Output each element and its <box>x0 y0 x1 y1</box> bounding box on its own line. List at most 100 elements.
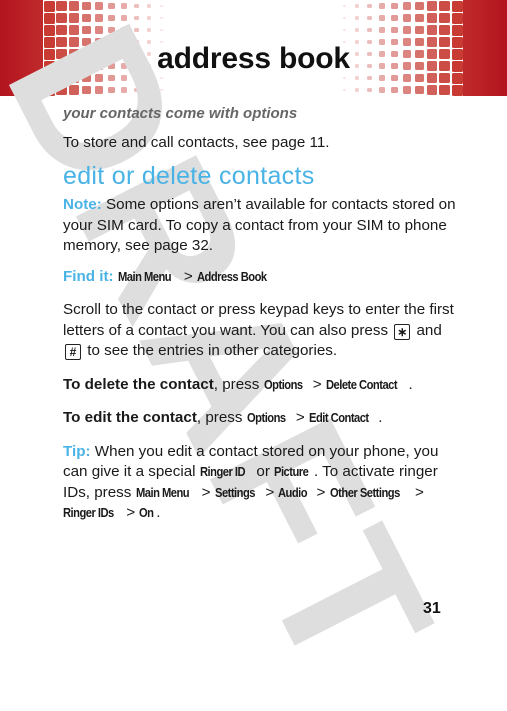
halftone-dot <box>43 24 55 36</box>
edit-end: . <box>378 409 383 426</box>
edit-press: , press <box>196 409 247 426</box>
halftone-dot <box>134 15 139 21</box>
note-label: Note: <box>63 196 102 213</box>
note-paragraph: Note: Some options aren’t available for … <box>63 195 463 257</box>
halftone-dot <box>160 28 163 32</box>
halftone-dot <box>403 2 411 10</box>
halftone-dot <box>56 0 67 12</box>
halftone-dot <box>367 15 372 21</box>
halftone-dot <box>343 4 346 8</box>
halftone-dot <box>56 24 67 36</box>
halftone-dot <box>95 14 103 22</box>
menu-path-item: Main Menu <box>135 484 190 500</box>
halftone-dot <box>355 28 359 32</box>
halftone-dot <box>56 84 67 96</box>
halftone-dot <box>403 26 411 34</box>
halftone-dot <box>427 25 437 35</box>
tip-paragraph: Tip: When you edit a contact stored on y… <box>63 442 463 524</box>
halftone-dot <box>69 25 79 35</box>
halftone-dot <box>367 87 372 93</box>
halftone-dot <box>391 2 398 10</box>
halftone-dot <box>82 85 91 95</box>
halftone-dot <box>147 76 151 80</box>
halftone-dot <box>108 2 115 10</box>
halftone-dot <box>355 76 359 80</box>
delete-press: , press <box>213 375 264 393</box>
halftone-dot <box>451 24 463 36</box>
tip-or: or <box>252 463 275 480</box>
halftone-dot <box>379 3 385 9</box>
delete-instruction: To delete the contact, press Options > D… <box>63 375 463 396</box>
menu-option: Ringer ID <box>199 464 246 479</box>
scroll-paragraph: Scroll to the contact or press keypad ke… <box>63 300 463 362</box>
menu-path-item: Audio <box>278 484 308 500</box>
halftone-dot <box>427 13 437 23</box>
edit-instruction: To edit the contact, press Options > Edi… <box>63 408 463 429</box>
halftone-dot <box>343 28 346 32</box>
chapter-banner: address book <box>0 0 507 96</box>
halftone-dot <box>379 15 385 21</box>
halftone-dot <box>415 25 424 35</box>
menu-path-item: Options <box>263 376 303 392</box>
halftone-dot <box>439 24 450 36</box>
halftone-dot <box>391 86 398 94</box>
halftone-dot <box>391 26 398 34</box>
halftone-dot <box>121 75 127 81</box>
halftone-dot <box>134 87 139 93</box>
halftone-dot <box>427 85 437 95</box>
halftone-dot <box>439 0 450 12</box>
halftone-dot <box>415 13 424 23</box>
scroll-text-after: to see the entries in other categories. <box>83 342 338 359</box>
halftone-dot <box>391 14 398 22</box>
halftone-dot <box>415 1 424 11</box>
halftone-dot <box>69 1 79 11</box>
halftone-dot <box>147 4 151 8</box>
delete-end: . <box>408 375 413 393</box>
halftone-dot <box>43 84 55 96</box>
halftone-dot <box>82 25 91 35</box>
menu-path-item: On <box>139 505 154 520</box>
halftone-dot <box>379 75 385 81</box>
halftone-dot <box>95 26 103 34</box>
halftone-dot <box>108 86 115 94</box>
intro-text: To store and call contacts, see page 11. <box>63 133 330 151</box>
halftone-dot <box>82 13 91 23</box>
halftone-dot <box>379 27 385 33</box>
halftone-dot <box>403 14 411 22</box>
halftone-dot <box>403 86 411 94</box>
halftone-dot <box>121 87 127 93</box>
menu-path-item: Main Menu <box>117 268 172 284</box>
menu-path-item: Delete Contact <box>325 376 398 392</box>
halftone-dot <box>108 26 115 34</box>
scroll-text-middle: and <box>412 321 442 339</box>
halftone-dot <box>160 76 163 80</box>
find-it-paragraph: Find it: Main Menu > Address Book <box>63 267 463 288</box>
delete-lead: To delete the contact <box>63 375 214 393</box>
menu-path-item: Ringer IDs <box>63 505 114 520</box>
halftone-dot <box>43 12 55 24</box>
menu-path-item: Other Settings <box>329 484 400 500</box>
menu-path-item: Edit Contact <box>308 410 369 425</box>
halftone-dot <box>43 0 55 12</box>
path-separator: > <box>179 267 197 285</box>
halftone-dot <box>134 3 139 9</box>
edit-lead: To edit the contact <box>63 409 197 426</box>
menu-path-item: Options <box>246 410 286 425</box>
menu-option: Picture <box>274 464 309 479</box>
halftone-dot <box>134 27 139 33</box>
chapter-title: address book <box>157 42 350 75</box>
halftone-dot <box>147 28 151 32</box>
halftone-dot <box>160 4 163 8</box>
halftone-dot <box>95 86 103 94</box>
pound-key-icon: # <box>65 344 81 360</box>
halftone-dot <box>451 12 463 24</box>
halftone-dot <box>415 85 424 95</box>
section-title: edit or delete contacts <box>63 162 315 190</box>
halftone-dot <box>451 84 463 96</box>
halftone-dot <box>343 16 346 20</box>
halftone-dot <box>134 75 139 81</box>
menu-path-item: Settings <box>214 484 255 500</box>
halftone-dot <box>451 0 463 12</box>
intro-paragraph: To store and call contacts, see page 11. <box>63 133 463 154</box>
halftone-dot <box>160 16 163 20</box>
